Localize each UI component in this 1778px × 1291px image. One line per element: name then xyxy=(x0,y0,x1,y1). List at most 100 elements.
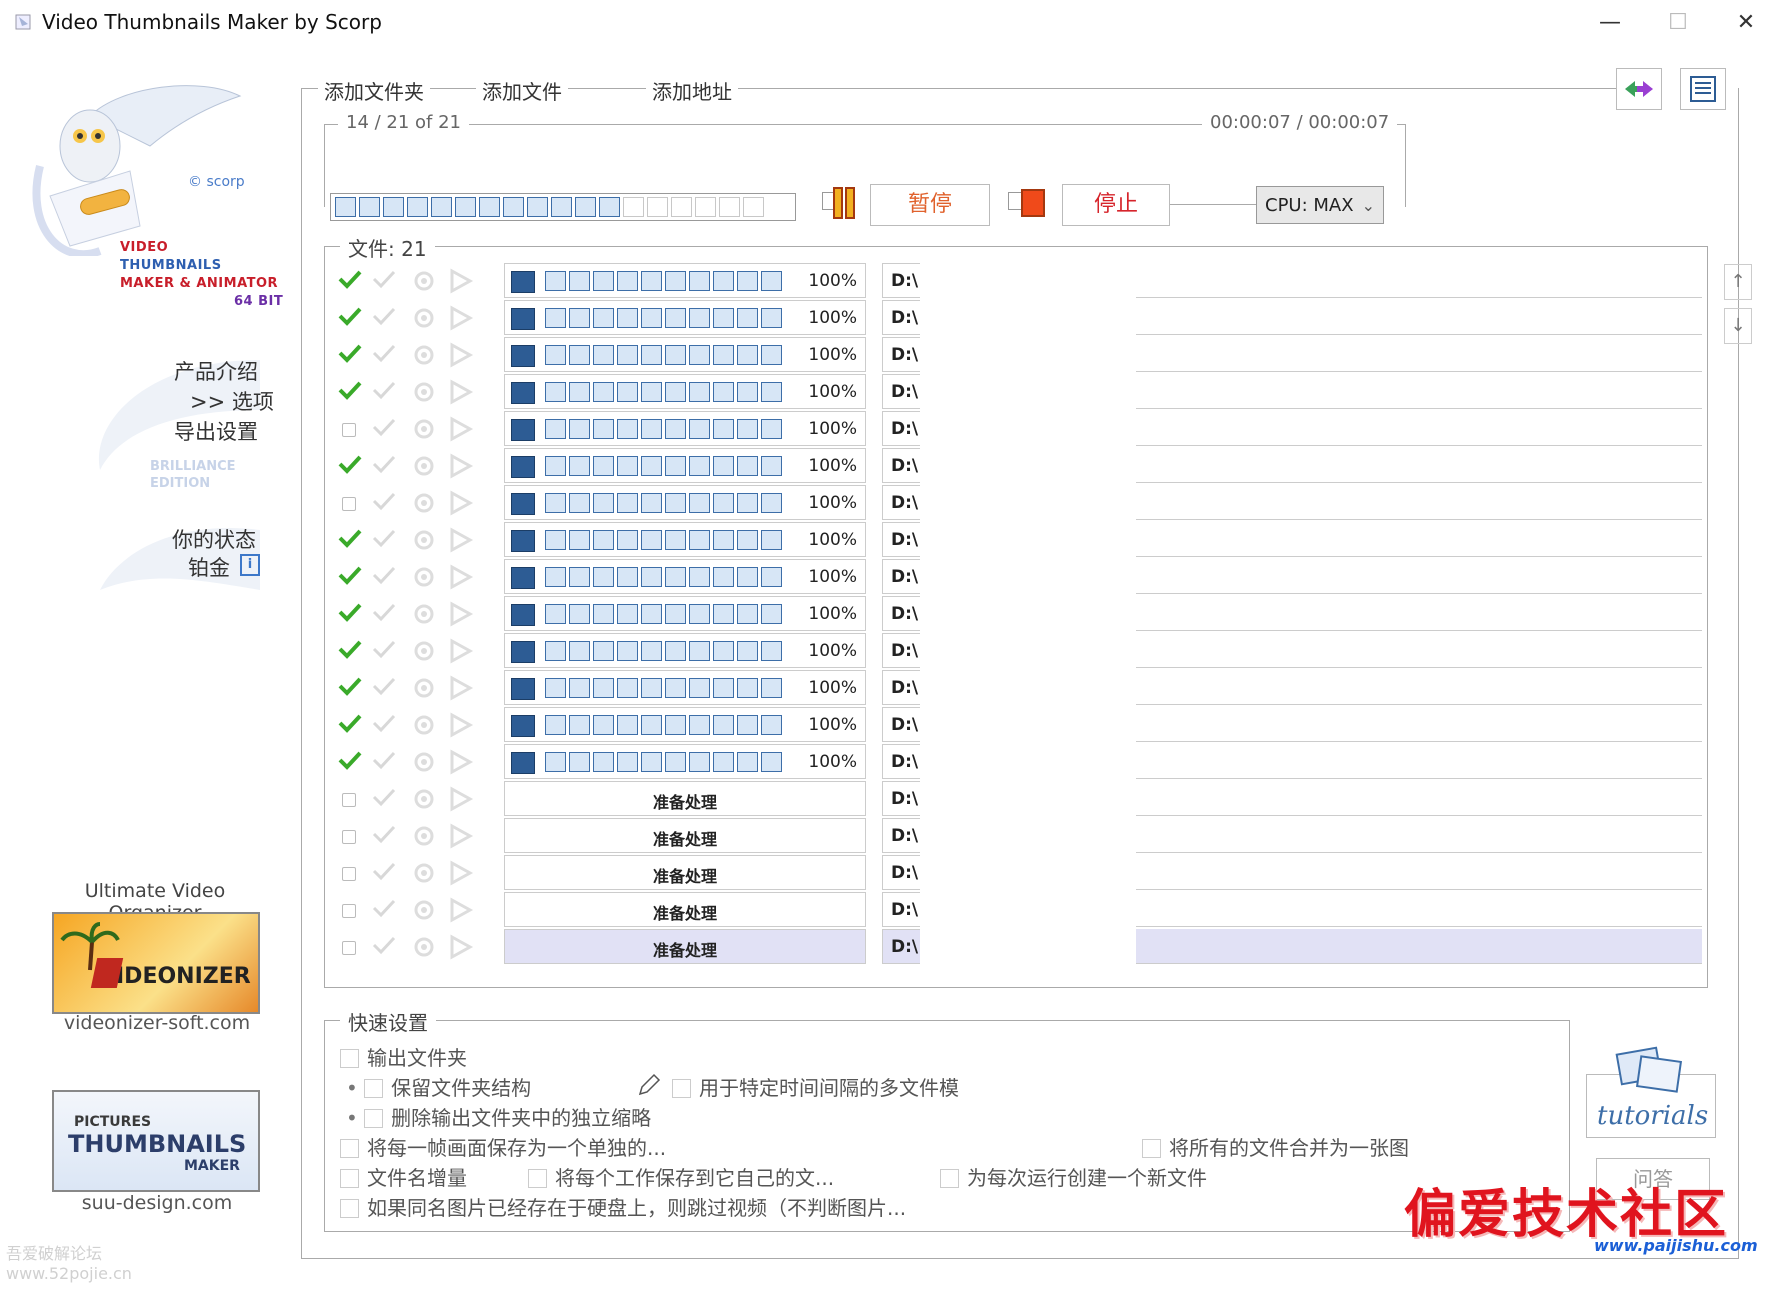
nav-intro-link[interactable]: 产品介绍 xyxy=(174,356,258,386)
swap-button[interactable] xyxy=(1616,68,1662,110)
row-progress-cell xyxy=(545,345,566,365)
opt-save-each-frame[interactable]: 将每一帧画面保存为一个单独的... xyxy=(340,1132,666,1161)
file-row[interactable]: 准备处理 D:\ xyxy=(324,781,1706,818)
checkbox[interactable] xyxy=(340,1139,359,1158)
ghost-gear-icon xyxy=(414,715,434,735)
opt-delete-thumbs[interactable]: • 删除输出文件夹中的独立缩略 xyxy=(346,1102,651,1131)
pictures-text: PICTURES xyxy=(74,1114,152,1130)
ghost-check-icon xyxy=(372,862,396,881)
row-drive: D:\ xyxy=(882,374,920,409)
checkbox[interactable] xyxy=(340,1199,359,1218)
opt-keep-structure[interactable]: • 保留文件夹结构 xyxy=(346,1072,531,1101)
file-row[interactable]: 准备处理 D:\ xyxy=(324,818,1706,855)
row-progress-cell xyxy=(737,678,758,698)
nav-options-link[interactable]: >> 选项 xyxy=(190,386,274,416)
pencil-icon[interactable] xyxy=(636,1072,662,1098)
file-row[interactable]: 100% D:\ xyxy=(324,670,1706,707)
ghost-check-icon xyxy=(372,566,396,585)
videonizer-banner[interactable]: IDEONIZER xyxy=(52,912,260,1014)
thumbnails-maker-banner[interactable]: PICTURES THUMBNAILS MAKER xyxy=(52,1090,260,1192)
pending-box-icon xyxy=(342,830,356,844)
row-progress-cell xyxy=(545,308,566,328)
opt-filename-increment[interactable]: 文件名增量 xyxy=(340,1162,467,1191)
checkbox[interactable] xyxy=(364,1109,384,1128)
cpu-select[interactable]: CPU: MAX ⌄ xyxy=(1256,186,1384,224)
file-row[interactable]: 100% D:\ xyxy=(324,485,1706,522)
suu-design-link[interactable]: suu-design.com xyxy=(42,1192,272,1214)
checkbox[interactable] xyxy=(528,1169,547,1188)
list-view-button[interactable] xyxy=(1680,68,1726,110)
progress-cell xyxy=(551,197,572,217)
checkbox[interactable] xyxy=(940,1169,959,1188)
ghost-gear-icon xyxy=(414,493,434,513)
file-row[interactable]: 准备处理 D:\ xyxy=(324,855,1706,892)
ghost-check-icon xyxy=(372,492,396,511)
checkbox[interactable] xyxy=(340,1169,359,1188)
progress-cell xyxy=(407,197,428,217)
file-row[interactable]: 准备处理 D:\ xyxy=(324,929,1706,966)
videonizer-link[interactable]: videonizer-soft.com xyxy=(42,1012,272,1034)
row-drive: D:\ xyxy=(882,337,920,372)
row-progress-cell xyxy=(617,308,638,328)
checkbox[interactable] xyxy=(1142,1139,1161,1158)
opt-merge-all[interactable]: 将所有的文件合并为一张图 xyxy=(1142,1132,1409,1161)
logo-area: © scorp VIDEO THUMBNAILS MAKER & ANIMATO… xyxy=(20,70,290,320)
tutorials-button[interactable]: tutorials xyxy=(1586,1046,1716,1138)
file-row[interactable]: 100% D:\ xyxy=(324,633,1706,670)
opt-new-file-each-run[interactable]: 为每次运行创建一个新文件 xyxy=(940,1162,1207,1191)
move-up-button[interactable]: ↑ xyxy=(1724,264,1752,300)
stop-button[interactable]: 停止 xyxy=(1062,184,1170,226)
row-progress-cell xyxy=(761,308,782,328)
opt-save-each-job[interactable]: 将每个工作保存到它自己的文... xyxy=(528,1162,834,1191)
file-row[interactable]: 100% D:\ xyxy=(324,374,1706,411)
row-progress-cell xyxy=(665,678,686,698)
opt-output-folder[interactable]: 输出文件夹 xyxy=(340,1042,467,1071)
file-row[interactable]: 100% D:\ xyxy=(324,300,1706,337)
maximize-button[interactable]: ☐ xyxy=(1658,8,1698,38)
file-row[interactable]: 100% D:\ xyxy=(324,559,1706,596)
quick-settings-label: 快速设置 xyxy=(340,1007,436,1036)
info-icon[interactable]: i xyxy=(240,554,260,576)
move-down-button[interactable]: ↓ xyxy=(1724,308,1752,344)
nav-export-link[interactable]: 导出设置 xyxy=(174,416,258,446)
row-filename-blank xyxy=(920,707,1136,744)
row-progress-cell xyxy=(569,752,590,772)
tab-add-url[interactable]: 添加地址 xyxy=(646,76,738,105)
done-check-icon xyxy=(338,640,362,659)
ghost-film-icon xyxy=(450,305,474,331)
checkbox[interactable] xyxy=(340,1049,359,1068)
edition-badge: BRILLIANCE EDITION xyxy=(150,458,236,492)
pause-button[interactable]: 暂停 xyxy=(870,184,990,226)
file-row[interactable]: 100% D:\ xyxy=(324,707,1706,744)
row-progress-cell-box: 准备处理 xyxy=(504,818,866,853)
close-button[interactable]: ✕ xyxy=(1726,8,1766,38)
file-row[interactable]: 100% D:\ xyxy=(324,596,1706,633)
row-progress-cell xyxy=(617,715,638,735)
opt-multi-file-mode[interactable]: 用于特定时间间隔的多文件模 xyxy=(672,1072,959,1101)
checkbox[interactable] xyxy=(364,1079,384,1098)
pause-icon[interactable] xyxy=(832,186,856,220)
file-row[interactable]: 100% D:\ xyxy=(324,337,1706,374)
ghost-gear-icon xyxy=(414,937,434,957)
minimize-button[interactable]: — xyxy=(1590,8,1630,38)
file-row[interactable]: 100% D:\ xyxy=(324,522,1706,559)
file-row[interactable]: 100% D:\ xyxy=(324,448,1706,485)
file-row[interactable]: 100% D:\ xyxy=(324,411,1706,448)
tab-add-folder[interactable]: 添加文件夹 xyxy=(318,76,430,105)
logo-line3: MAKER & ANIMATOR xyxy=(120,276,279,291)
tab-add-file[interactable]: 添加文件 xyxy=(476,76,568,105)
row-progress-cell-box: 100% xyxy=(504,670,866,705)
checkbox[interactable] xyxy=(672,1079,691,1098)
file-row[interactable]: 100% D:\ xyxy=(324,263,1706,300)
ghost-gear-icon xyxy=(414,789,434,809)
stop-icon[interactable] xyxy=(1020,188,1046,218)
row-filename-blank xyxy=(920,892,1136,929)
file-row[interactable]: 100% D:\ xyxy=(324,744,1706,781)
row-progress-cell xyxy=(689,715,710,735)
pending-box-icon xyxy=(342,904,356,918)
progress-cell xyxy=(503,197,524,217)
opt-skip-existing[interactable]: 如果同名图片已经存在于硬盘上，则跳过视频（不判断图片... xyxy=(340,1192,906,1221)
file-row[interactable]: 准备处理 D:\ xyxy=(324,892,1706,929)
row-progress-cell xyxy=(593,308,614,328)
status-level[interactable]: 铂金 xyxy=(188,552,230,582)
